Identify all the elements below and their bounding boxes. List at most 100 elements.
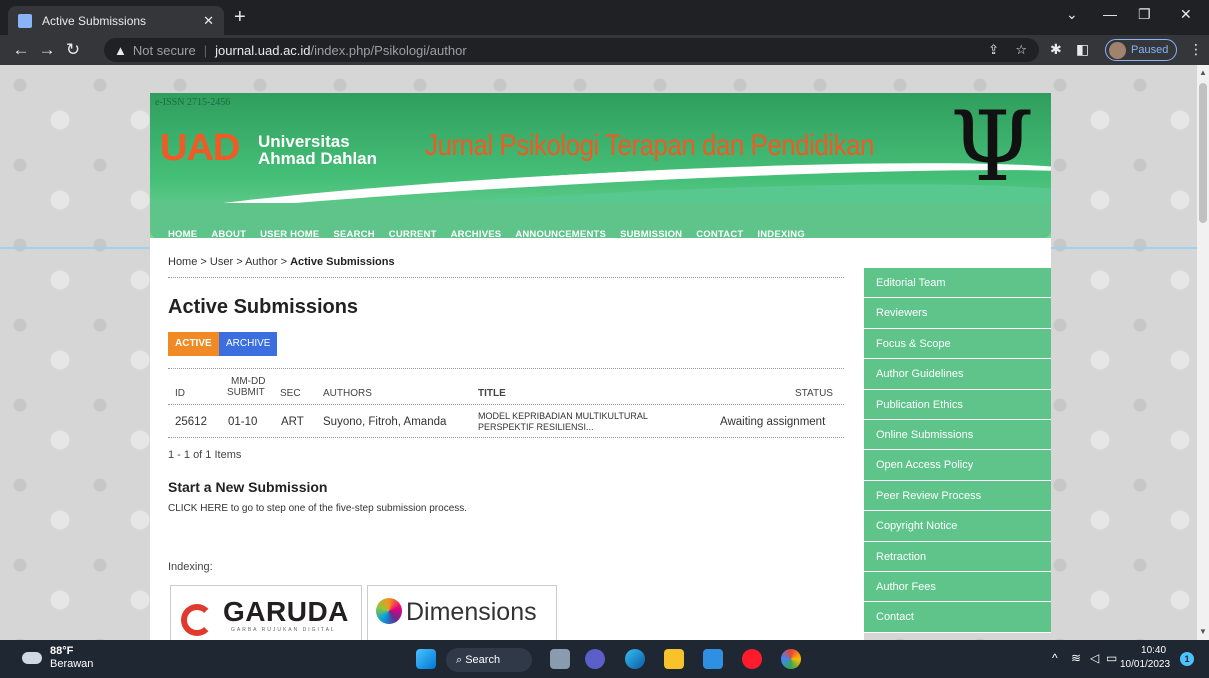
back-icon[interactable]: ← (8, 40, 34, 60)
breadcrumb: Home > User > Author > Active Submission… (168, 256, 395, 268)
volume-icon[interactable]: ◁ (1090, 651, 1099, 665)
temperature: 88°F (50, 645, 74, 657)
breadcrumb-current[interactable]: Active Submissions (290, 256, 395, 268)
row-title-line2: PERSPEKTIF RESILIENSI... (478, 422, 594, 432)
warning-icon: ▲ (114, 42, 127, 58)
address-bar[interactable]: ▲ Not secure | journal.uad.ac.id /index.… (104, 38, 1039, 62)
browser-tab[interactable]: Active Submissions ✕ (8, 6, 224, 35)
sidebar-item-publication-ethics[interactable]: Publication Ethics (864, 389, 1051, 420)
reload-icon[interactable]: ↻ (60, 40, 86, 60)
system-clock[interactable]: 10:40 10/01/2023 (1120, 644, 1170, 672)
sidebar-item-author-guidelines[interactable]: Author Guidelines (864, 359, 1051, 390)
weather-condition: Berawan (50, 658, 94, 670)
divider (168, 368, 844, 369)
sidebar-menu: Editorial Team Reviewers Focus & Scope Auth… (864, 268, 1051, 640)
main-content: Home > User > Author > Active Submission… (150, 238, 864, 640)
tab-archive[interactable]: ARCHIVE (219, 332, 278, 356)
sidebar-item-open-access-policy[interactable]: Open Access Policy (864, 450, 1051, 481)
windows-taskbar: 88°F Berawan ⌕ Search ^ ≋ ◁ ▭ 10:40 10/0… (0, 640, 1209, 678)
sidebar-item-retraction[interactable]: Retraction (864, 541, 1051, 572)
row-sec: ART (281, 416, 304, 428)
dimensions-logo-link[interactable]: Dimensions (367, 585, 557, 640)
task-view-icon[interactable] (550, 649, 570, 669)
university-line2: Ahmad Dahlan (258, 149, 378, 168)
sidebar-item-contact[interactable]: Contact (864, 602, 1051, 633)
row-status: Awaiting assignment (720, 416, 826, 428)
notification-badge[interactable]: 1 (1180, 652, 1194, 666)
page-scrollbar[interactable]: ▲ ▼ (1197, 65, 1209, 640)
forward-icon[interactable]: → (34, 40, 60, 60)
breadcrumb-user[interactable]: User (210, 256, 233, 268)
sidebar-spacer (864, 238, 1051, 268)
row-title-link[interactable]: MODEL KEPRIBADIAN MULTIKULTURAL PERSPEKT… (478, 411, 648, 433)
bookmark-star-icon[interactable]: ☆ (1015, 42, 1027, 58)
teams-chat-icon[interactable] (585, 649, 605, 669)
divider (168, 277, 844, 278)
garuda-logo-icon (181, 604, 213, 636)
breadcrumb-author[interactable]: Author (245, 256, 277, 268)
col-header-id: ID (175, 388, 185, 399)
menu-icon[interactable]: ⋮ (1189, 41, 1203, 58)
sidebar-item-peer-review-process[interactable]: Peer Review Process (864, 480, 1051, 512)
mail-icon[interactable] (703, 649, 723, 669)
col-header-title: TITLE (478, 388, 506, 399)
col-header-submit-line1: MM-DD (231, 376, 266, 387)
chrome-browser-icon[interactable] (781, 649, 801, 669)
weather-widget[interactable]: 88°F Berawan (22, 645, 93, 671)
scroll-down-icon[interactable]: ▼ (1199, 627, 1207, 636)
row-id: 25612 (175, 416, 207, 428)
new-submission-description: CLICK HERE to go to step one of the five… (168, 503, 467, 514)
battery-icon[interactable]: ▭ (1106, 651, 1117, 665)
opera-browser-icon[interactable] (742, 649, 762, 669)
row-authors: Suyono, Fitroh, Amanda (323, 416, 447, 428)
click-here-link[interactable]: CLICK HERE (168, 503, 228, 514)
file-explorer-icon[interactable] (664, 649, 684, 669)
garuda-logo-subtext: GARBA RUJUKAN DIGITAL (231, 627, 336, 633)
breadcrumb-separator: > (236, 256, 243, 268)
new-tab-button[interactable]: + (234, 7, 246, 27)
psi-emblem-icon: Ψ (950, 93, 1035, 203)
close-window-icon[interactable]: ✕ (1180, 6, 1192, 23)
col-header-authors: AUTHORS (323, 388, 372, 399)
wifi-icon[interactable]: ≋ (1071, 651, 1081, 665)
sidebar-item-focus-scope[interactable]: Focus & Scope (864, 328, 1051, 360)
sidebar-item-editorial-team[interactable]: Editorial Team (864, 268, 1051, 299)
sidebar-item-reviewers[interactable]: Reviewers (864, 298, 1051, 329)
eissn-label: e-ISSN 2715-2456 (155, 97, 231, 108)
minimize-icon[interactable]: — (1103, 6, 1117, 22)
sidebar-item-author-fees[interactable]: Author Fees (864, 571, 1051, 603)
breadcrumb-home[interactable]: Home (168, 256, 197, 268)
windows-start-icon[interactable] (416, 649, 436, 669)
not-secure-label: Not secure (132, 42, 196, 58)
breadcrumb-separator: > (280, 256, 288, 268)
extensions-icon[interactable]: ✱ (1050, 41, 1062, 58)
chevron-up-icon[interactable]: ^ (1052, 651, 1058, 665)
sidebar-item-online-submissions[interactable]: Online Submissions (864, 419, 1051, 451)
divider (168, 404, 844, 405)
chevron-down-icon[interactable]: ⌄ (1066, 6, 1078, 23)
profile-button[interactable]: Paused (1105, 39, 1177, 61)
side-panel-icon[interactable]: ◧ (1076, 41, 1089, 58)
tab-active[interactable]: ACTIVE (168, 332, 219, 356)
garuda-logo-link[interactable]: GARUDA GARBA RUJUKAN DIGITAL (170, 585, 362, 640)
taskbar-search[interactable]: ⌕ Search (446, 648, 532, 672)
new-submission-text: to go to step one of the five-step submi… (228, 503, 468, 514)
col-header-sec: SEC (280, 388, 301, 399)
edge-browser-icon[interactable] (625, 649, 645, 669)
scroll-up-icon[interactable]: ▲ (1199, 68, 1207, 77)
share-icon[interactable]: ⇪ (988, 42, 999, 58)
url-domain: journal.uad.ac.id (215, 42, 311, 58)
browser-tabbar: Active Submissions ✕ + ⌄ — ❐ ✕ (0, 0, 1209, 35)
close-tab-icon[interactable]: ✕ (203, 13, 214, 29)
garuda-logo-text: GARUDA (223, 596, 349, 627)
weather-text: 88°F Berawan (50, 645, 93, 671)
url-path: /index.php/Psikologi/author (310, 42, 467, 58)
sidebar-item-copyright-notice[interactable]: Copyright Notice (864, 511, 1051, 542)
row-submit: 01-10 (228, 416, 258, 428)
scrollbar-thumb[interactable] (1199, 83, 1207, 223)
indexing-label: Indexing: (168, 561, 213, 573)
main-nav: HOME ABOUT USER HOME SEARCH CURRENT ARCHIVES A… (150, 203, 1051, 240)
restore-icon[interactable]: ❐ (1138, 6, 1151, 23)
page-viewport: e-ISSN 2715-2456 UAD Universitas Ahmad D… (0, 65, 1197, 640)
journal-title: Jurnal Psikologi Terapan dan Pendidikan (425, 129, 874, 162)
